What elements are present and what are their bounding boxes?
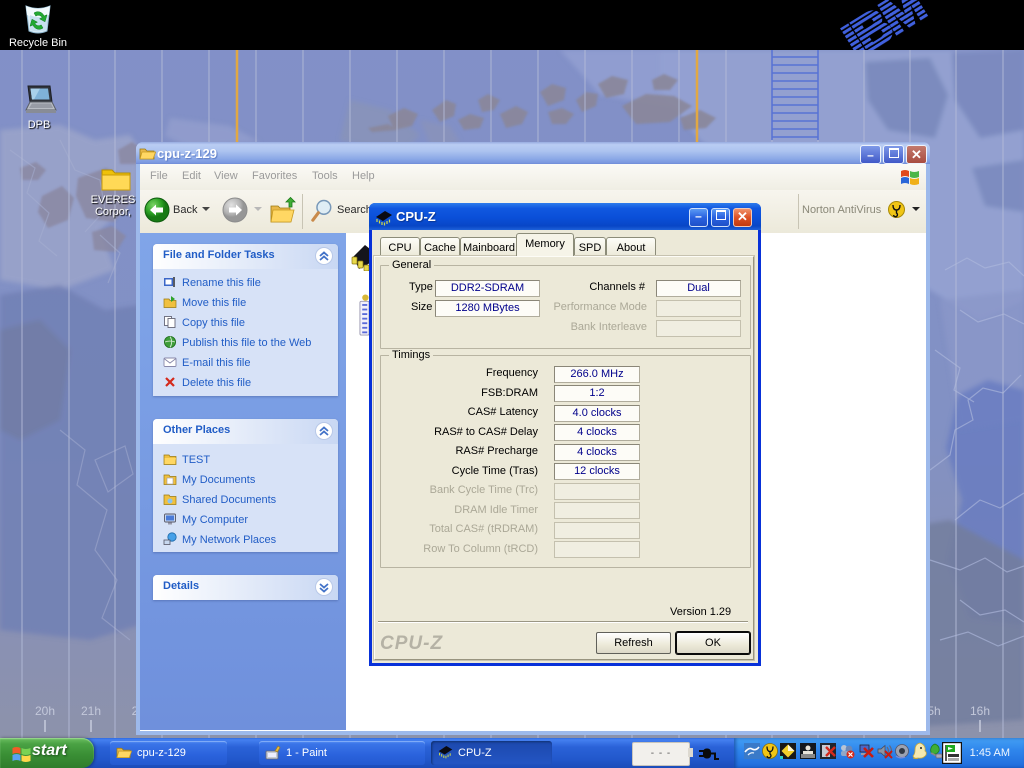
svg-text:IBM: IBM [833,0,933,50]
svg-text:16h: 16h [970,704,990,718]
svg-text:20h: 20h [35,704,55,718]
svg-text:21h: 21h [81,704,101,718]
